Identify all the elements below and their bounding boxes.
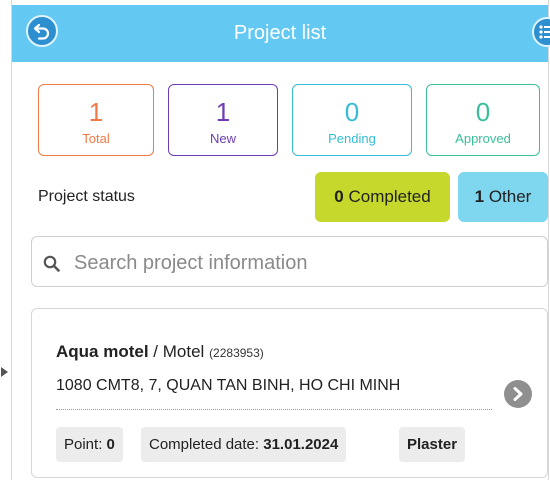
card-divider [56, 409, 492, 410]
window-left-border [11, 0, 12, 480]
pointer-arrow-icon [1, 367, 8, 377]
project-card[interactable]: Aqua motel / Motel (2283953) 1080 CMT8, … [31, 308, 548, 478]
completed-date-label: Completed date: [149, 436, 260, 453]
stat-approved[interactable]: 0 Approved [426, 84, 540, 156]
project-name: Aqua motel [56, 342, 149, 361]
project-status-label: Project status [38, 188, 135, 205]
stat-pending-label: Pending [328, 131, 376, 146]
point-label: Point: [64, 436, 103, 453]
other-text: Other [488, 187, 532, 206]
page-title: Project list [233, 22, 327, 44]
stat-total-value: 1 [88, 97, 104, 127]
stat-approved-value: 0 [475, 97, 491, 127]
search-input[interactable] [72, 247, 536, 279]
project-address: 1080 CMT8, 7, QUAN TAN BINH, HO CHI MINH [56, 377, 401, 394]
other-filter-button[interactable]: 1 Other [458, 172, 548, 222]
stat-new[interactable]: 1 New [168, 84, 278, 156]
search-box [31, 236, 548, 287]
completed-date-tag: Completed date: 31.01.2024 [141, 427, 347, 462]
header-bar: Project list [12, 5, 550, 62]
point-value: 0 [106, 436, 115, 453]
stat-pending-value: 0 [344, 97, 360, 127]
stat-approved-label: Approved [455, 131, 511, 146]
product-tag: Plaster [399, 427, 466, 462]
stat-total[interactable]: 1 Total [38, 84, 154, 156]
search-icon [43, 255, 60, 272]
open-project-button[interactable] [504, 380, 532, 408]
stat-new-label: New [209, 131, 236, 146]
project-type: / Motel [153, 342, 205, 361]
list-menu-icon [539, 25, 550, 39]
stat-new-value: 1 [215, 97, 231, 127]
point-tag: Point: 0 [56, 427, 123, 462]
chevron-right-icon [513, 387, 523, 401]
project-title: Aqua motel / Motel (2283953) [56, 342, 264, 362]
product-name: Plaster [407, 436, 458, 453]
completed-filter-button[interactable]: 0 Completed [315, 172, 450, 222]
completed-count: 0 [334, 187, 344, 206]
completed-date-value: 31.01.2024 [263, 436, 339, 453]
window-right-border [548, 0, 549, 480]
stat-total-label: Total [82, 131, 110, 146]
stat-pending[interactable]: 0 Pending [292, 84, 412, 156]
other-count: 1 [474, 187, 485, 206]
project-code: (2283953) [209, 346, 264, 360]
completed-text: Completed [348, 187, 431, 206]
